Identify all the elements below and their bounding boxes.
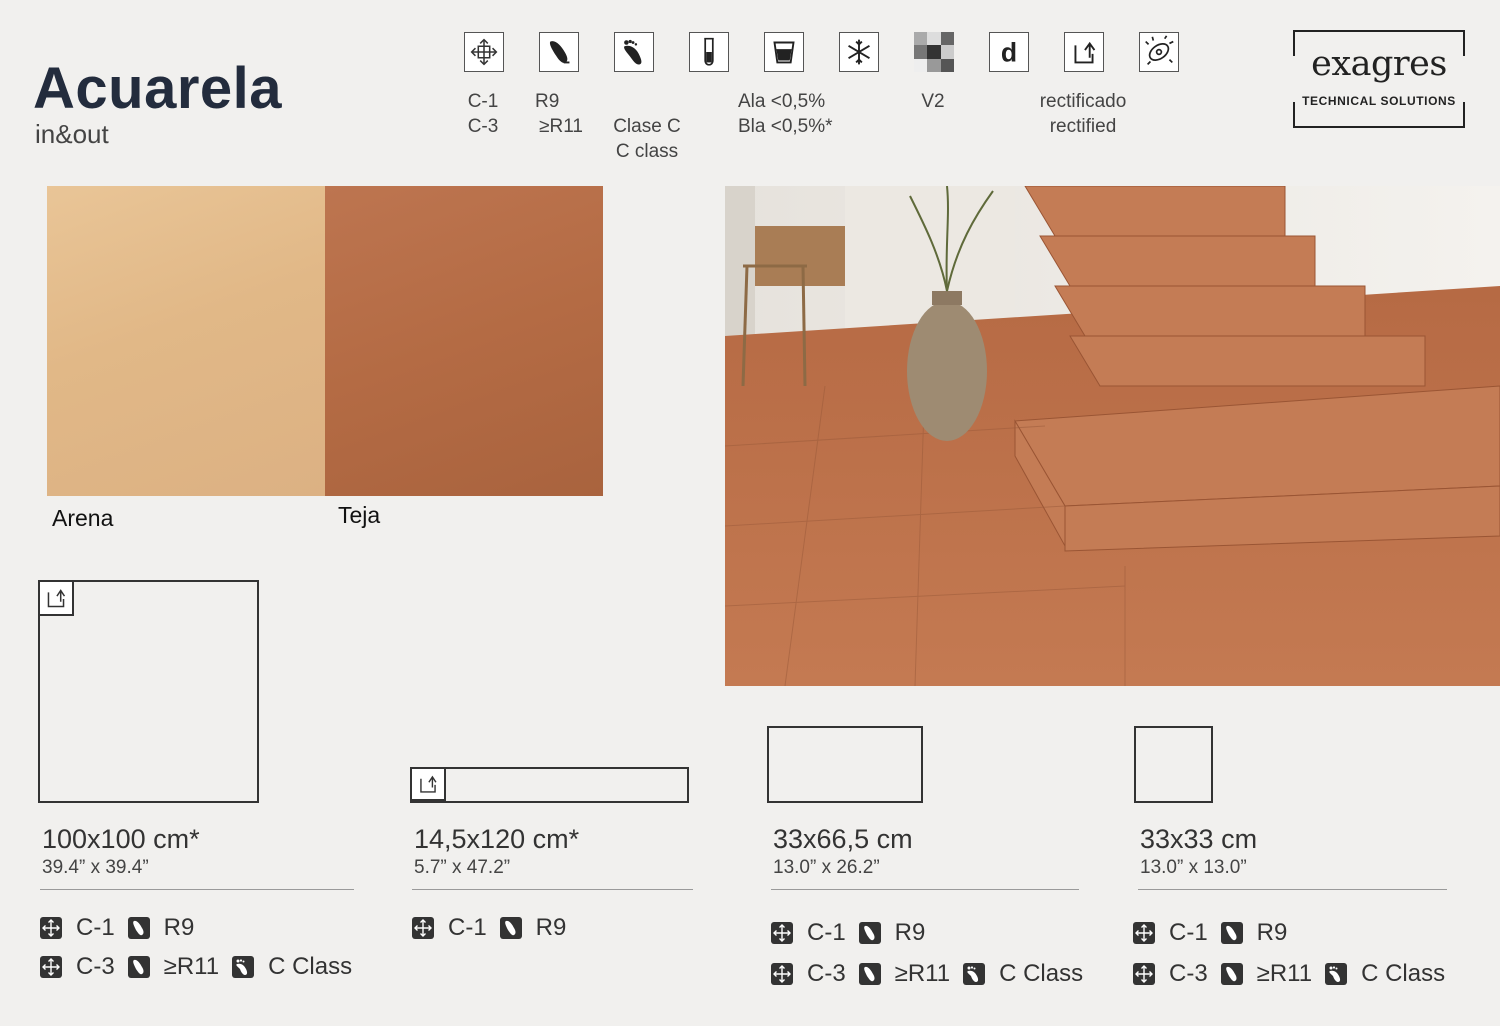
divider [412, 889, 693, 890]
feature-text: R9 [535, 91, 560, 112]
feature-text: V2 [921, 91, 945, 112]
svg-text:d: d [1001, 38, 1017, 68]
spec-text: C Class [999, 960, 1084, 987]
spec-text: C-1 [1169, 919, 1208, 946]
format-size: 100x100 cm* [42, 824, 200, 854]
spec-row: C-3 ≥R11 C Class [771, 960, 1096, 988]
spec-row: C-3 ≥R11 C Class [40, 953, 365, 981]
slip-resistance-icon [127, 917, 150, 939]
feature-text: Bla <0,5%* [738, 116, 833, 137]
feature-label-slip: R9 ≥R11 [535, 89, 587, 139]
slip-resistance-icon [1220, 922, 1243, 944]
spec-text: C-1 [807, 919, 846, 946]
stain-resistance-icon [40, 956, 62, 978]
feature-text: ≥R11 [539, 116, 583, 137]
barefoot-icon [232, 956, 255, 978]
feature-text: Ala <0,5% [738, 91, 826, 112]
slip-resistance-icon [858, 963, 881, 985]
feature-label-shade: V2 [912, 89, 954, 114]
ambience-photo [725, 186, 1500, 686]
logo-tagline: TECHNICAL SOLUTIONS [1302, 94, 1456, 108]
spec-row: C-1 R9 [1133, 919, 1300, 947]
spec-text: R9 [894, 919, 926, 946]
format-shape-33x33 [1134, 726, 1213, 803]
frost-resistance-icon [839, 32, 879, 72]
barefoot-icon [963, 963, 986, 985]
barefoot-icon [614, 32, 654, 72]
spec-text: R9 [535, 914, 567, 941]
feature-text: rectified [1049, 116, 1117, 137]
spec-text: R9 [163, 914, 195, 941]
feature-text: C class [615, 141, 679, 162]
stain-resistance-icon [1133, 963, 1155, 985]
color-name-arena: Arena [52, 505, 114, 531]
stain-resistance-icon [771, 922, 793, 944]
logo-name: exagres [1311, 44, 1447, 84]
stain-resistance-icon [40, 917, 62, 939]
format-inches: 5.7” x 47.2” [414, 857, 511, 878]
format-shape-33x66 [767, 726, 923, 803]
spec-text: C-1 [448, 914, 487, 941]
slip-resistance-icon [127, 956, 150, 978]
feature-label-barefoot: Clase C C class [603, 114, 691, 164]
divider [771, 889, 1079, 890]
rectified-icon [412, 769, 446, 801]
format-shape-14x120 [410, 767, 689, 803]
feature-text: rectificado [1039, 91, 1127, 112]
format-shape-100x100 [38, 580, 259, 803]
spec-text: C-3 [1169, 960, 1208, 987]
color-name-teja: Teja [338, 502, 381, 528]
format-size: 14,5x120 cm* [414, 824, 580, 854]
swatch-teja [325, 186, 603, 496]
feature-label-stain: C-1 C-3 [462, 89, 504, 139]
stain-resistance-icon [771, 963, 793, 985]
antibacterial-icon [1139, 32, 1179, 72]
water-absorption-icon [764, 32, 804, 72]
divider [40, 889, 354, 890]
chemical-resistance-icon [689, 32, 729, 72]
shade-variation-icon [914, 32, 954, 72]
slip-resistance-icon [499, 917, 522, 939]
feature-text: C-3 [467, 116, 499, 137]
swatch-arena [47, 186, 325, 496]
spec-text: C Class [268, 953, 353, 980]
format-inches: 39.4” x 39.4” [42, 857, 149, 878]
format-inches: 13.0” x 26.2” [773, 857, 880, 878]
spec-text: ≥R11 [163, 953, 220, 980]
slip-resistance-icon [858, 922, 881, 944]
spec-text: ≥R11 [1256, 960, 1313, 987]
thickness-d-icon: d [989, 32, 1029, 72]
spec-row: C-1 R9 [40, 914, 207, 942]
divider [1138, 889, 1447, 890]
stain-resistance-icon [464, 32, 504, 72]
slip-resistance-icon [539, 32, 579, 72]
exagres-logo: exagres TECHNICAL SOLUTIONS [1293, 30, 1465, 128]
product-title: Acuarela [33, 56, 283, 121]
rectified-icon [1064, 32, 1104, 72]
stain-resistance-icon [1133, 922, 1155, 944]
spec-row: C-1 R9 [771, 919, 938, 947]
stain-resistance-icon [412, 917, 434, 939]
feature-label-rectified: rectificado rectified [1024, 89, 1142, 139]
spec-row: C-3 ≥R11 C Class [1133, 960, 1458, 988]
feature-text: C-1 [467, 91, 499, 112]
feature-text: Clase C [613, 116, 681, 137]
format-size: 33x33 cm [1140, 824, 1258, 854]
format-size: 33x66,5 cm [773, 824, 913, 854]
spec-text: C-3 [807, 960, 846, 987]
feature-label-chemical: Ala <0,5% Bla <0,5%* [738, 89, 833, 139]
spec-text: ≥R11 [894, 960, 951, 987]
rectified-icon [40, 582, 74, 616]
spec-row: C-1 R9 [412, 914, 579, 942]
spec-text: C Class [1361, 960, 1446, 987]
product-subtitle: in&out [35, 119, 109, 149]
slip-resistance-icon [1220, 963, 1243, 985]
spec-text: C-3 [76, 953, 115, 980]
spec-text: C-1 [76, 914, 115, 941]
spec-text: R9 [1256, 919, 1288, 946]
barefoot-icon [1325, 963, 1348, 985]
format-inches: 13.0” x 13.0” [1140, 857, 1247, 878]
